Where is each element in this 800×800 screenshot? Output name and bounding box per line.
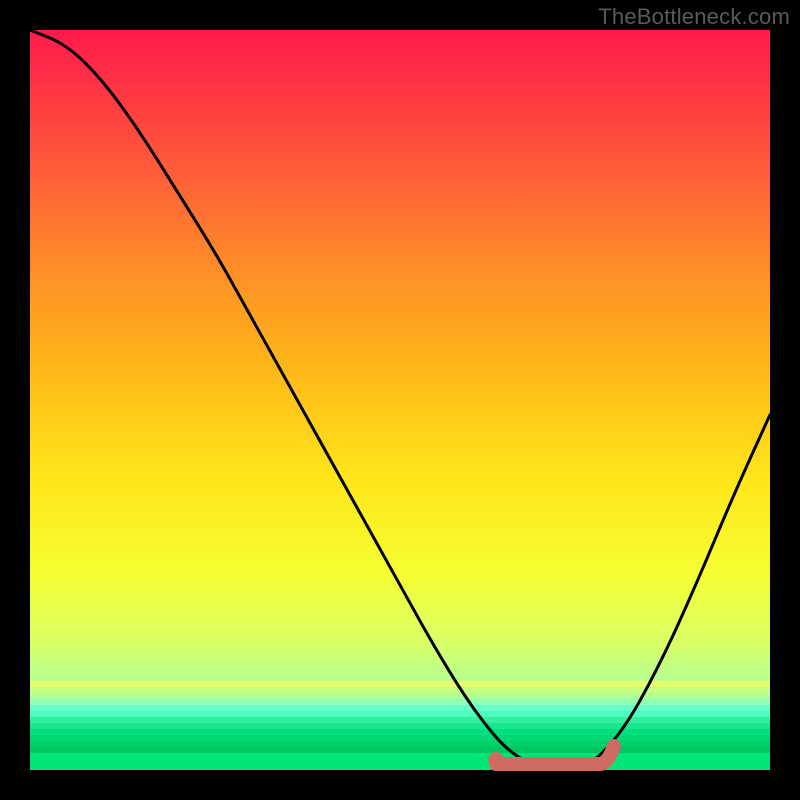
- watermark-text: TheBottleneck.com: [598, 4, 790, 30]
- chart-frame: TheBottleneck.com: [0, 0, 800, 800]
- bottleneck-curve: [30, 30, 770, 770]
- plot-area: [30, 30, 770, 770]
- optimal-marker-icon: [488, 752, 504, 768]
- curve-layer: [30, 30, 770, 770]
